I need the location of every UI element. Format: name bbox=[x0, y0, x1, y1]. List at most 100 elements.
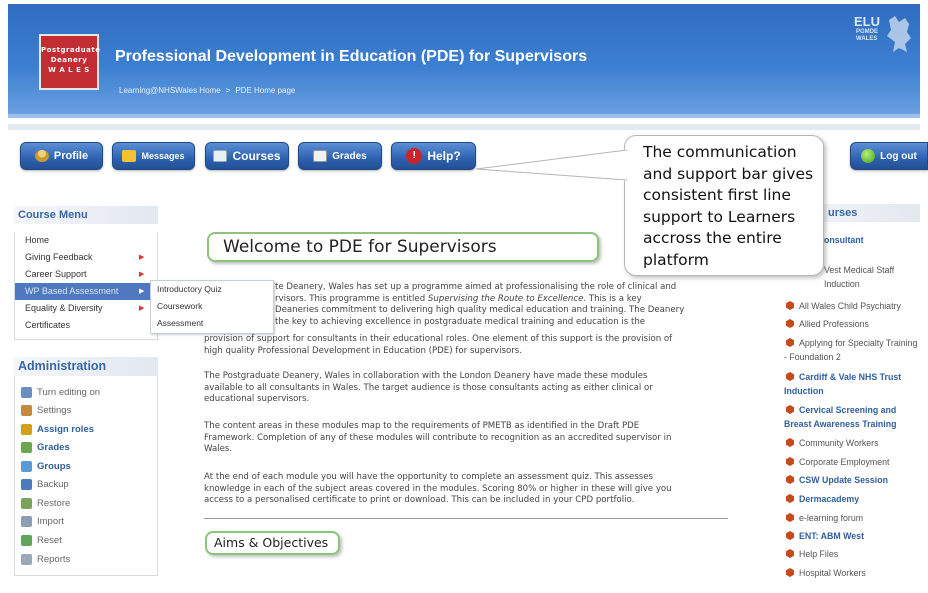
aims-objectives-heading: Aims & Objectives bbox=[205, 531, 340, 555]
course-icon bbox=[786, 531, 794, 540]
messages-label: Messages bbox=[141, 151, 185, 161]
breadcrumb-current: PDE Home page bbox=[235, 86, 296, 95]
groups-icon bbox=[21, 461, 32, 472]
profile-button[interactable]: Profile bbox=[20, 142, 103, 170]
course-icon bbox=[786, 494, 794, 503]
menu-item-equality-diversity[interactable]: Equality & Diversity ▶ bbox=[15, 300, 155, 317]
course-item[interactable]: ENT: ABM West bbox=[784, 530, 920, 544]
edit-icon bbox=[21, 387, 32, 398]
help-label: Help? bbox=[427, 149, 461, 163]
menu-item-certificates[interactable]: Certificates bbox=[15, 317, 155, 334]
settings-icon bbox=[21, 405, 32, 416]
intro-paragraph-1: te Deanery, Wales has set up a programme… bbox=[275, 282, 685, 327]
submenu-arrow-icon: ▶ bbox=[139, 271, 145, 278]
import-icon bbox=[21, 516, 32, 527]
admin-backup[interactable]: Backup bbox=[21, 477, 69, 492]
course-icon bbox=[786, 372, 794, 381]
administration-title: Administration bbox=[14, 357, 158, 376]
profile-icon bbox=[34, 150, 49, 162]
course-item[interactable]: Community Workers bbox=[784, 437, 920, 451]
elu-logo: ELU PGMDE WALES bbox=[844, 12, 914, 68]
help-icon: ! bbox=[406, 148, 423, 164]
submenu-item-assessment[interactable]: Assessment bbox=[157, 318, 203, 328]
breadcrumb-separator: > bbox=[225, 86, 231, 95]
admin-reports[interactable]: Reports bbox=[21, 552, 70, 567]
courses-button[interactable]: Courses bbox=[205, 142, 289, 170]
logo-line-3: W A L E S bbox=[48, 66, 90, 74]
elu-logo-subtext: PGMDE WALES bbox=[856, 29, 879, 42]
header-separator bbox=[8, 124, 920, 130]
callout-annotation: The communication and support bar gives … bbox=[624, 135, 824, 276]
logo-line-2: Deanery bbox=[50, 56, 88, 64]
reports-icon bbox=[21, 554, 32, 565]
welcome-heading: Welcome to PDE for Supervisors bbox=[207, 232, 599, 262]
course-menu-title: Course Menu bbox=[14, 206, 158, 224]
course-item[interactable]: CSW Update Session bbox=[784, 474, 920, 488]
restore-icon bbox=[21, 498, 32, 509]
site-header: Postgraduate Deanery W A L E S Professio… bbox=[8, 4, 920, 118]
submenu-arrow-icon: ▶ bbox=[139, 305, 145, 312]
intro-paragraph-1b: provision of support for consultants in … bbox=[204, 334, 673, 356]
course-icon bbox=[786, 457, 794, 466]
course-icon bbox=[786, 319, 794, 328]
course-item[interactable]: Hospital Workers bbox=[784, 567, 920, 581]
administration-block: Turn editing on Settings Assign roles Gr… bbox=[14, 376, 158, 576]
logo-line-1: Postgraduate bbox=[41, 46, 101, 54]
course-item[interactable]: All Wales Child Psychiatry bbox=[784, 300, 920, 314]
intro-paragraph-3: The content areas in these modules map t… bbox=[204, 421, 672, 455]
messages-icon bbox=[122, 150, 137, 162]
course-item[interactable]: Cardiff & Vale NHS Trust Induction bbox=[784, 371, 920, 398]
admin-assign-roles[interactable]: Assign roles bbox=[21, 422, 94, 437]
admin-grades[interactable]: Grades bbox=[21, 440, 70, 455]
grades-icon bbox=[313, 150, 328, 162]
logout-label: Log out bbox=[880, 150, 917, 162]
admin-reset[interactable]: Reset bbox=[21, 533, 62, 548]
course-icon bbox=[786, 301, 794, 310]
course-icon bbox=[786, 513, 794, 522]
submenu-item-coursework[interactable]: Coursework bbox=[157, 301, 202, 311]
course-menu: Home Giving Feedback ▶ Career Support ▶ WP… bbox=[14, 232, 158, 340]
deanery-logo[interactable]: Postgraduate Deanery W A L E S bbox=[39, 34, 101, 90]
submenu-arrow-icon: ▶ bbox=[139, 288, 145, 295]
courses-list: onsultant Vest Medical Staff Induction A… bbox=[784, 226, 920, 582]
elu-logo-text: ELU bbox=[854, 14, 880, 29]
course-item[interactable]: Corporate Employment bbox=[784, 456, 920, 470]
admin-turn-editing-on[interactable]: Turn editing on bbox=[21, 385, 100, 400]
menu-item-giving-feedback[interactable]: Giving Feedback ▶ bbox=[15, 249, 155, 266]
course-icon bbox=[786, 549, 794, 558]
course-item[interactable]: Allied Professions bbox=[784, 318, 920, 332]
submenu-item-introductory-quiz[interactable]: Introductory Quiz bbox=[157, 284, 222, 294]
course-icon bbox=[786, 338, 794, 347]
submenu-arrow-icon: ▶ bbox=[139, 254, 145, 261]
messages-button[interactable]: Messages bbox=[112, 142, 195, 170]
site-title: Professional Development in Education (P… bbox=[115, 48, 588, 65]
course-item[interactable]: Dermacademy bbox=[784, 493, 920, 507]
grades-icon bbox=[21, 442, 32, 453]
dragon-icon bbox=[887, 16, 911, 52]
course-icon bbox=[786, 568, 794, 577]
profile-label: Profile bbox=[53, 150, 89, 162]
breadcrumb-home-link[interactable]: Learning@NHSWales Home bbox=[119, 86, 221, 95]
roles-icon bbox=[21, 424, 32, 435]
menu-item-career-support[interactable]: Career Support ▶ bbox=[15, 266, 155, 283]
intro-paragraph-2: The Postgraduate Deanery, Wales in colla… bbox=[204, 371, 653, 405]
grades-button[interactable]: Grades bbox=[298, 142, 382, 170]
help-button[interactable]: ! Help? bbox=[391, 142, 476, 170]
courses-label: Courses bbox=[232, 149, 281, 163]
reset-icon bbox=[21, 535, 32, 546]
menu-item-wp-based-assessment[interactable]: WP Based Assessment ▶ bbox=[15, 283, 155, 300]
menu-item-home[interactable]: Home bbox=[15, 232, 155, 249]
course-item[interactable]: e-learning forum bbox=[784, 512, 920, 526]
course-item[interactable]: Help Files bbox=[784, 548, 920, 562]
intro-paragraph-4: At the end of each module you will have … bbox=[204, 472, 672, 506]
breadcrumb: Learning@NHSWales Home > PDE Home page bbox=[119, 86, 295, 95]
courses-icon bbox=[213, 150, 228, 162]
course-item[interactable]: Cervical Screening and Breast Awareness … bbox=[784, 404, 920, 431]
admin-restore[interactable]: Restore bbox=[21, 496, 70, 511]
admin-groups[interactable]: Groups bbox=[21, 459, 71, 474]
assessment-submenu: Introductory Quiz Coursework Assessment bbox=[150, 280, 274, 334]
admin-settings[interactable]: Settings bbox=[21, 403, 71, 418]
logout-button[interactable]: Log out bbox=[850, 142, 928, 170]
course-item[interactable]: Applying for Specialty Training - Founda… bbox=[784, 337, 920, 364]
admin-import[interactable]: Import bbox=[21, 514, 64, 529]
